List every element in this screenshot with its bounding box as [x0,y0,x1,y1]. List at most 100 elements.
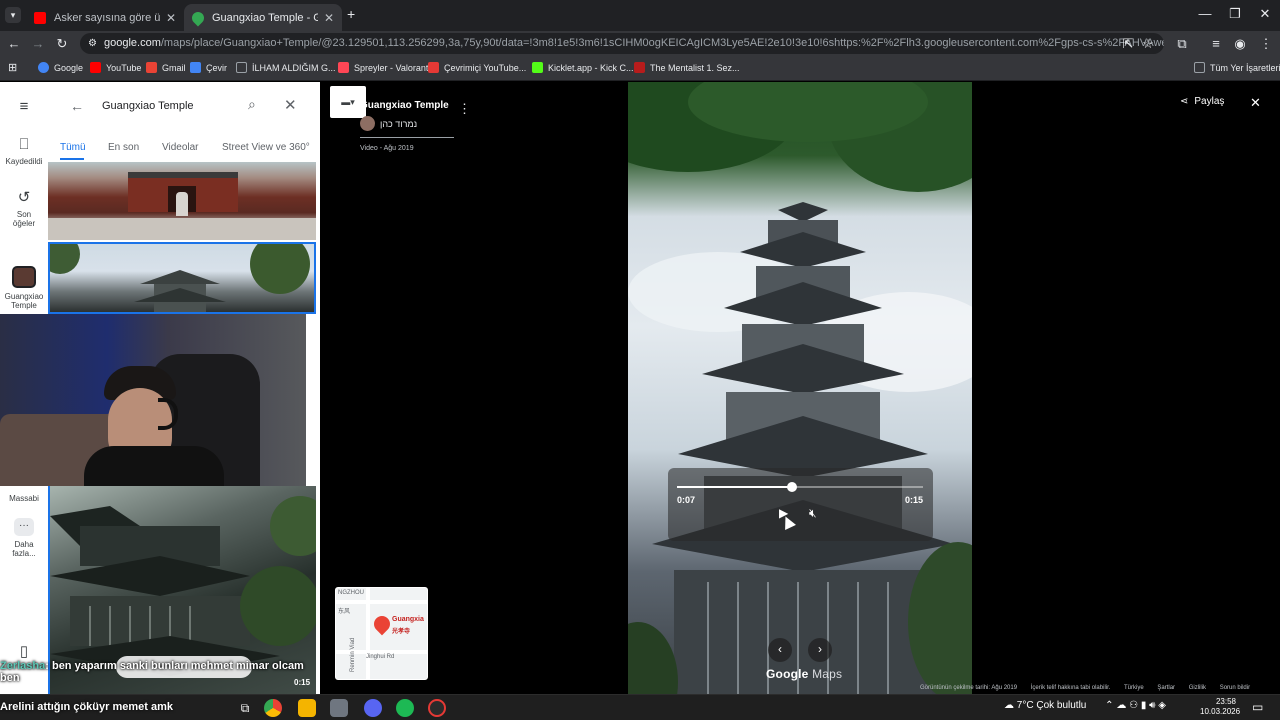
profile-avatar-icon[interactable]: ◉ [1232,36,1248,52]
weather-text[interactable]: 7°C Çok bulutlu [1017,700,1087,711]
more-icon: ··· [14,518,34,536]
progress-bar[interactable] [677,482,923,492]
report-link[interactable]: Sorun bildir [1220,685,1250,691]
video-controls: 0:07 0:15 ▶ 🔇︎ [668,468,933,541]
bookmark-label: The Mentalist 1. Sez... [650,62,740,73]
media-controls-icon[interactable]: ≡ [1208,36,1224,51]
share-label: Paylaş [1194,96,1225,107]
next-media-button[interactable]: › [808,638,832,662]
bookmark-google[interactable]: Google [38,62,83,73]
tab-all[interactable]: Tümü [60,142,86,153]
bookmark-kicklet[interactable]: Kicklet.app - Kick C... [532,62,634,73]
map-road-label: NGZHOU [338,590,364,596]
lion-statue [176,192,188,216]
author-name: נמרוד כהן [380,118,418,129]
current-time: 0:07 [677,495,696,505]
close-tab-icon[interactable]: ✕ [324,11,334,25]
back-arrow-icon[interactable]: ← [70,98,84,114]
map-place-label: Guangxia [392,616,424,623]
url-host: google.com [104,37,161,49]
discord-icon[interactable] [364,699,382,717]
map-road-label: Jinghui Rd [366,654,395,660]
bookmark-folder[interactable]: İLHAM ALDIĞIM G... [236,62,336,73]
bookmark-youtube-converter[interactable]: Çevrimiçi YouTube... [428,62,526,73]
google-maps-logo: Google Maps [766,667,842,681]
more-options-icon[interactable]: ⋮ [458,101,471,117]
terms-link[interactable]: Şartlar [1157,685,1175,691]
translate-icon [190,62,201,73]
menu-button[interactable]: ≡ [0,98,48,119]
rail-more[interactable]: ··· Daha fazla... [0,518,48,558]
video-frame[interactable] [628,82,972,694]
progress-knob[interactable] [786,482,797,492]
privacy-link[interactable]: Gizlilik [1189,685,1206,691]
forward-icon[interactable]: → [30,36,46,51]
bookmark-valorant[interactable]: Spreyler - Valorant [338,62,428,73]
rail-massabi[interactable]: Massabi [0,494,48,503]
spotify-icon[interactable] [396,699,414,717]
bookmark-translate[interactable]: Çevir [190,62,227,73]
tab-latest[interactable]: En son [108,142,139,153]
clock-date: 10.03.2026 [1200,707,1241,716]
tab-youtube[interactable]: Asker sayısına göre ülkeler - YouTube ✕ [26,4,184,31]
new-tab-icon[interactable]: + [347,6,355,22]
chat-text: : ben yaparım sanki bunları mehmet mimar… [0,660,304,684]
tab-search-icon[interactable]: ▾ [5,7,21,23]
bookmark-star-icon[interactable]: ☆ [1140,36,1156,52]
rail-guangxiao[interactable]: Guangxiao Temple [0,266,48,310]
file-explorer-icon[interactable] [298,699,316,717]
copyright-note[interactable]: İçerik telif hakkına tabi olabilir. [1031,685,1111,691]
bookmark-youtube[interactable]: YouTube [90,62,141,73]
bookmark-gmail[interactable]: Gmail [146,62,186,73]
search-box[interactable]: ← Guangxiao Temple ⌕ ✕ [58,92,310,120]
search-icon[interactable]: ⌕ [248,96,256,113]
muted-speaker-icon[interactable]: 🔇︎ [809,506,817,521]
maps-favicon-icon [189,9,207,26]
photo-thumbnail[interactable] [48,162,316,240]
close-tab-icon[interactable]: ✕ [166,11,176,25]
close-viewer-icon[interactable]: ✕ [1250,95,1261,111]
back-icon[interactable]: ← [6,36,22,51]
minimap[interactable]: NGZHOU 东风 Renmin Viad Jinghui Rd Guangxi… [335,587,428,680]
app-icon[interactable] [330,699,348,717]
tab-street-view[interactable]: Street View ve 360° [222,142,310,153]
capture-date: Görüntünün çekilme tarihi: Ağu 2019 [920,685,1018,691]
bookmark-mentalist[interactable]: The Mentalist 1. Sez... [634,62,740,73]
notification-icon[interactable]: ▭ [1252,700,1263,714]
site-info-icon[interactable]: ⚙ [88,33,97,54]
rail-saved[interactable]: ⎕ Kaydedildi [0,136,48,166]
rail-label: Guangxiao Temple [4,292,44,310]
search-input[interactable]: Guangxiao Temple [102,100,194,112]
tray-icons[interactable]: ⌃ ☁ ⚇ ▮ 🔊︎ ◈ [1105,700,1166,711]
install-app-icon[interactable]: ⇱ [1120,36,1136,52]
browser-toolbar: ← → ↻ ⚙ google.com/maps/place/Guangxiao+… [0,31,1280,56]
layers-icon: ▬▾ [341,97,355,107]
chrome-icon[interactable] [264,699,282,717]
bookmarks-bar: ⊞ Google YouTube Gmail Çevir İLHAM ALDIĞ… [0,56,1280,81]
task-view-icon[interactable]: ⧉ [236,699,254,717]
bookmark-label: Kicklet.app - Kick C... [548,62,634,73]
previous-media-button[interactable]: ‹ [768,638,792,662]
stream-chat-message: Zerlasha: ben yaparım sanki bunları mehm… [0,660,320,694]
reload-icon[interactable]: ↻ [54,36,70,52]
tab-google-maps[interactable]: Guangxiao Temple - Google Haritalar ✕ [184,4,342,31]
chrome-menu-icon[interactable]: ⋮ [1258,36,1274,52]
media-author[interactable]: נמרוד כהן [360,116,460,131]
extensions-icon[interactable]: ⧉ [1174,36,1190,52]
place-thumbnail [12,266,36,288]
video-thumbnail-selected[interactable] [48,242,316,314]
media-place-title[interactable]: Guangxiao Temple [360,100,460,111]
tab-title: Guangxiao Temple - Google Haritalar [212,11,318,24]
address-bar[interactable]: ⚙ google.com/maps/place/Guangxiao+Temple… [80,33,1164,54]
clear-search-icon[interactable]: ✕ [284,96,297,114]
obs-icon[interactable] [428,699,446,717]
region-link[interactable]: Türkiye [1124,685,1144,691]
rail-label: Massabi [9,494,39,503]
clock[interactable]: 23:58 10.03.2026 [1200,697,1241,717]
tab-videos[interactable]: Videolar [162,142,199,153]
rail-recent[interactable]: ↺ Son öğeler [0,188,48,228]
close-window-icon[interactable]: ✕ [1242,6,1280,22]
all-bookmarks[interactable]: Tüm Yer İşaretleri [1194,62,1280,73]
share-button[interactable]: ⋖ Paylaş [1180,96,1224,107]
apps-grid-icon[interactable]: ⊞ [8,61,17,74]
